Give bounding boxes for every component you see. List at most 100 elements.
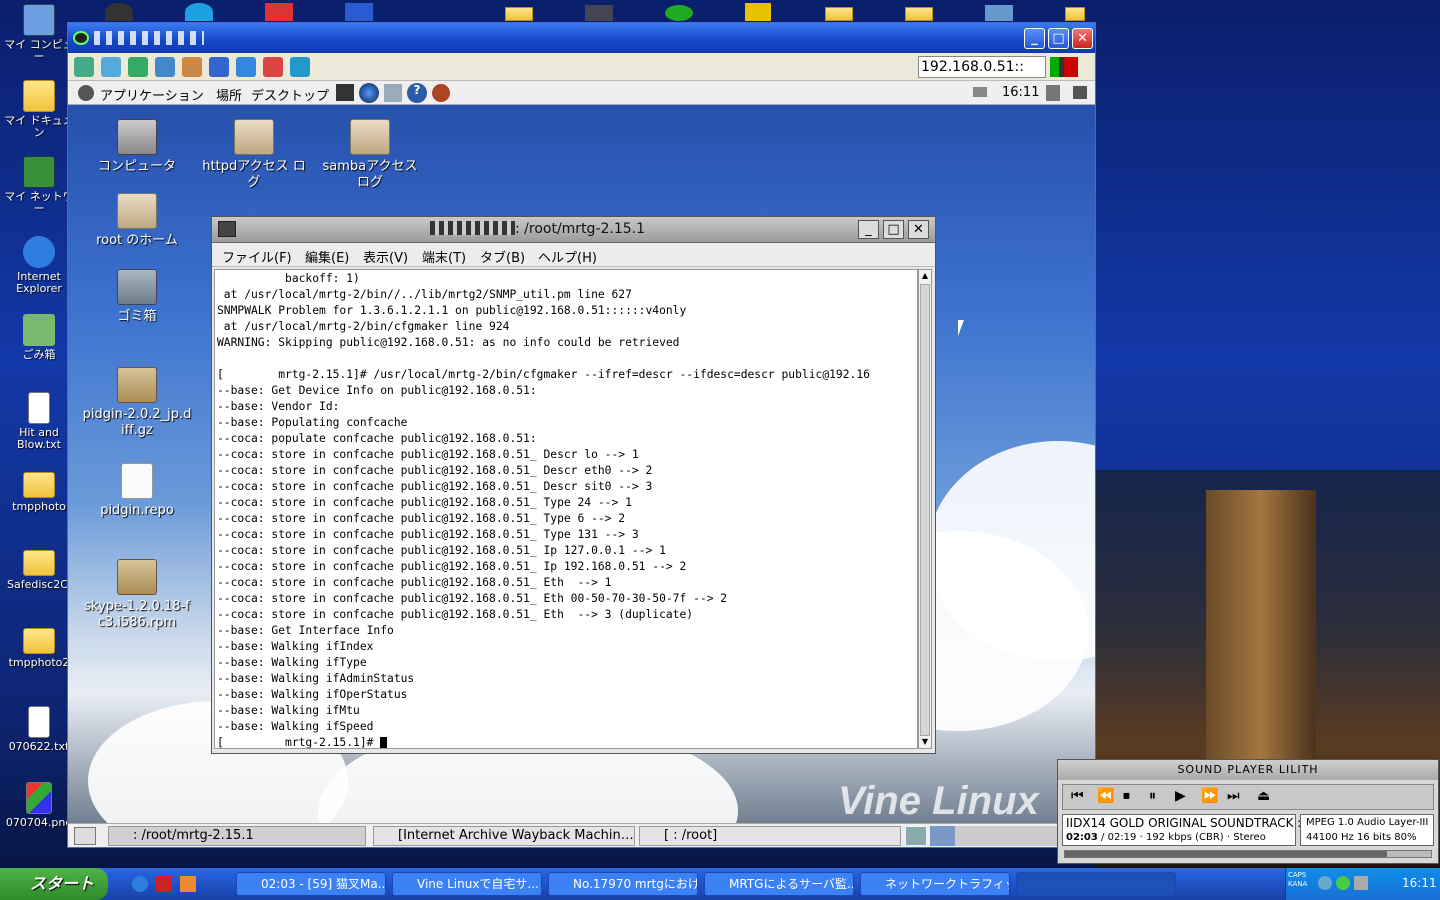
task-root-terminal[interactable]: [ : /root]	[639, 826, 901, 846]
trash-applet-icon[interactable]	[906, 827, 926, 845]
keys-icon[interactable]	[209, 57, 229, 77]
task-terminal[interactable]: : /root/mrtg-2.15.1	[108, 826, 366, 846]
maximize-button[interactable]: □	[1048, 28, 1069, 49]
scroll-down-arrow[interactable]: ▼	[920, 737, 930, 747]
prev-track-button[interactable]: ⏮	[1071, 788, 1084, 804]
terminal-title-bar[interactable]: : /root/mrtg-2.15.1 _ □ ✕	[212, 217, 935, 243]
mail-launcher-icon[interactable]	[384, 84, 402, 102]
show-desktop-icon[interactable]	[1073, 86, 1087, 99]
server-address-field[interactable]: 192.168.0.51::	[918, 56, 1046, 78]
chat-icon[interactable]	[263, 57, 283, 77]
menu-file[interactable]: ファイル(F)	[222, 247, 292, 266]
task-vine-linux[interactable]: Vine Linuxで自宅サ...	[392, 872, 542, 896]
my-network-shortcut[interactable]: マイ ネットワー	[3, 156, 75, 215]
next-track-button[interactable]: ⏭	[1227, 788, 1240, 804]
volume-tray-icon[interactable]	[1354, 876, 1368, 890]
yellow-app-icon[interactable]	[745, 3, 771, 21]
start-button[interactable]: スタート	[0, 868, 108, 900]
quicklaunch-icon[interactable]	[180, 876, 196, 892]
fullscreen-icon[interactable]	[101, 57, 121, 77]
volume-icon[interactable]	[1046, 85, 1060, 101]
help-launcher-icon[interactable]: ?	[407, 83, 427, 103]
my-computer-shortcut[interactable]: マイ コンピュー	[3, 4, 75, 63]
070622-file[interactable]: 070622.txt	[3, 706, 75, 753]
skype-rpm-file[interactable]: skype-1.2.0.18-fc3.i586.rpm	[82, 559, 192, 631]
hit-and-blow-file[interactable]: Hit and Blow.txt	[3, 392, 75, 451]
samba-log-link[interactable]: sambaアクセス ログ	[315, 119, 425, 191]
menu-view[interactable]: 表示(V)	[363, 247, 408, 266]
terminal-minimize-button[interactable]: _	[858, 220, 879, 239]
safedisc-folder[interactable]: Safedisc2Cl	[3, 550, 75, 591]
vnc-viewer-icon[interactable]	[105, 3, 133, 21]
task-sound-player[interactable]: 02:03 - [59] 猫叉Ma...	[236, 872, 386, 896]
seek-bar[interactable]	[1064, 850, 1432, 858]
menu-help[interactable]: ヘルプ(H)	[538, 247, 597, 266]
pause-button[interactable]: ⏸	[1149, 788, 1156, 804]
folder-icon[interactable]	[905, 7, 933, 21]
show-desktop-button[interactable]	[74, 827, 96, 845]
scroll-up-arrow[interactable]: ▲	[920, 271, 930, 281]
internet-explorer-shortcut[interactable]: Internet Explorer	[3, 236, 75, 295]
lilith-title-bar[interactable]: SOUND PLAYER LILITH	[1058, 760, 1438, 780]
my-documents-shortcut[interactable]: マイ ドキュメン	[3, 80, 75, 139]
task-wayback[interactable]: [Internet Archive Wayback Machin…	[373, 826, 635, 846]
terminal-close-button[interactable]: ✕	[908, 220, 929, 239]
places-menu[interactable]: 場所	[216, 85, 242, 104]
task-mrtg-thread[interactable]: No.17970 mrtgにおけ...	[548, 872, 698, 896]
folder-icon[interactable]	[505, 7, 533, 21]
scroll-thumb[interactable]	[920, 284, 930, 736]
transfer-icon[interactable]	[236, 57, 256, 77]
tmpphoto2-folder[interactable]: tmpphoto2	[3, 628, 75, 669]
terminal-scrollbar[interactable]: ▲ ▼	[918, 269, 932, 749]
rewind-button[interactable]: ⏪	[1097, 788, 1114, 804]
eject-button[interactable]: ⏏	[1257, 788, 1270, 804]
word-doc-icon[interactable]	[345, 3, 373, 21]
play-button[interactable]: ▶	[1175, 788, 1186, 804]
pidgin-repo-file[interactable]: pidgin.repo	[82, 463, 192, 519]
trash-desktop-icon[interactable]: ゴミ箱	[82, 269, 192, 325]
terminal-launcher-icon[interactable]	[336, 84, 354, 101]
remote-clock[interactable]: 16:11	[1002, 85, 1039, 100]
green-app-icon[interactable]	[665, 5, 693, 21]
browser-launcher-icon[interactable]	[359, 83, 379, 103]
skype-icon[interactable]	[185, 3, 213, 21]
ie-quicklaunch-icon[interactable]	[132, 876, 148, 892]
folder-icon[interactable]	[425, 7, 453, 21]
desktop-menu[interactable]: デスクトップ	[251, 85, 329, 104]
options-icon[interactable]	[128, 57, 148, 77]
pidgin-diff-file[interactable]: pidgin-2.0.2_jp.diff.gz	[82, 367, 192, 439]
taskbar-clock[interactable]: 16:11	[1402, 876, 1437, 890]
menu-edit[interactable]: 編集(E)	[305, 247, 349, 266]
pdf-icon[interactable]	[265, 3, 293, 21]
menu-terminal[interactable]: 端末(T)	[422, 247, 466, 266]
task-vnc-viewer[interactable]	[1016, 872, 1176, 896]
stop-button[interactable]: ⏹	[1123, 788, 1130, 804]
root-home-icon[interactable]: root のホーム	[82, 193, 192, 249]
httpd-log-link[interactable]: httpdアクセス ログ	[199, 119, 309, 191]
task-mrtg-server[interactable]: MRTGによるサーバ監...	[704, 872, 854, 896]
recycle-bin-shortcut[interactable]: ごみ箱	[3, 314, 75, 361]
task-network-traffic[interactable]: ネットワークトラフィック...	[860, 872, 1010, 896]
fast-forward-button[interactable]: ⏩	[1201, 788, 1218, 804]
folder-icon[interactable]	[1065, 7, 1085, 21]
folder-icon[interactable]	[825, 7, 853, 21]
applications-menu[interactable]: アプリケーション	[100, 85, 204, 104]
terminal-output[interactable]: backoff: 1) at /usr/local/mrtg-2/bin//..…	[214, 269, 918, 749]
ctrl-alt-del-icon[interactable]	[182, 57, 202, 77]
security-tray-icon[interactable]	[1336, 876, 1350, 890]
network-app-icon[interactable]	[985, 5, 1013, 21]
vnc-title-bar[interactable]: _ □ ✕	[68, 23, 1095, 53]
connect-icon[interactable]	[74, 57, 94, 77]
tmpphoto-folder[interactable]: tmpphoto	[3, 472, 75, 513]
bug-report-icon[interactable]	[432, 84, 450, 102]
computer-desktop-icon[interactable]: コンピュータ	[82, 119, 192, 175]
menu-tabs[interactable]: タブ(B)	[480, 247, 525, 266]
scale-icon[interactable]	[290, 57, 310, 77]
close-button[interactable]: ✕	[1072, 28, 1093, 49]
terminal-maximize-button[interactable]: □	[883, 220, 904, 239]
refresh-icon[interactable]	[155, 57, 175, 77]
network-tray-icon[interactable]	[1318, 876, 1332, 890]
070704-file[interactable]: 070704.pne	[3, 782, 75, 829]
minimize-button[interactable]: _	[1024, 28, 1045, 49]
window-app-icon[interactable]	[585, 5, 613, 21]
